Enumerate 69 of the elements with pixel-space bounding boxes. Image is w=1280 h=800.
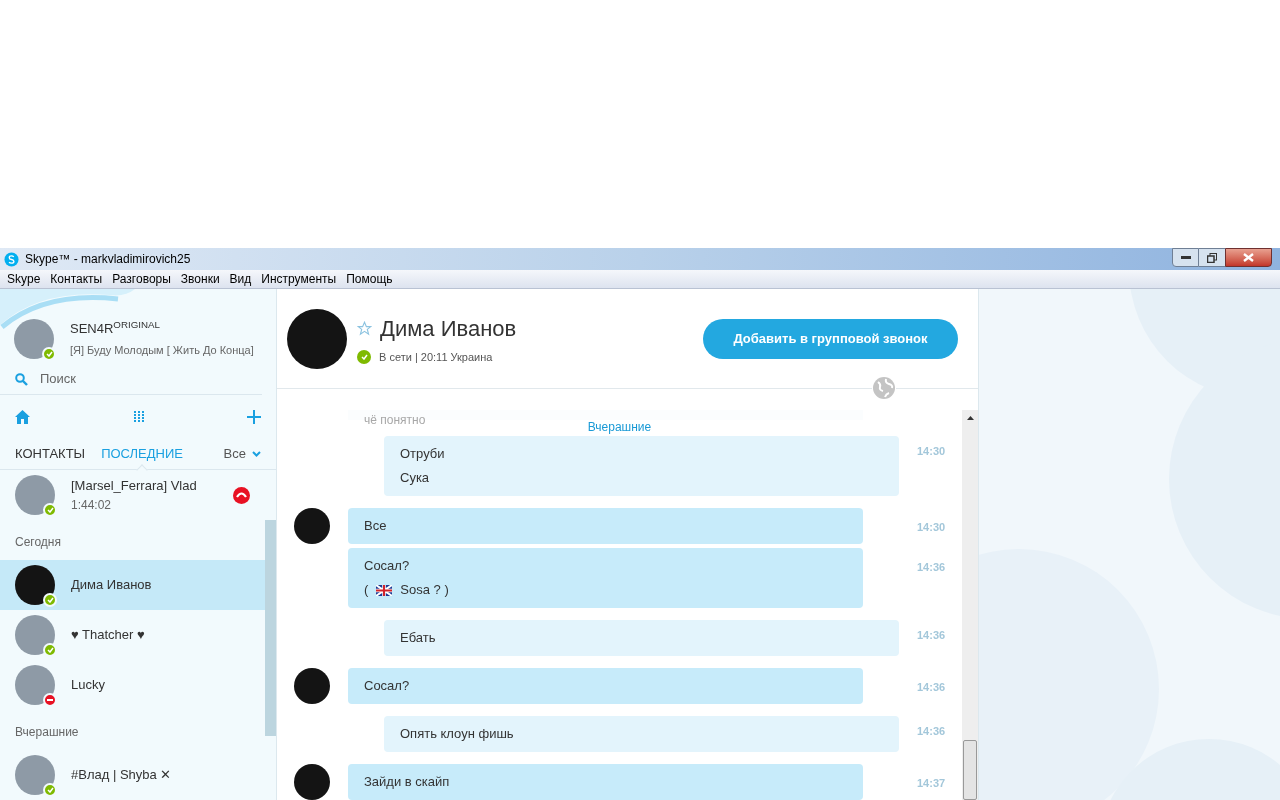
contact-item[interactable]: ♥ Thatcher ♥ <box>0 610 265 660</box>
menu-item[interactable]: Звонки <box>175 270 225 288</box>
menu-item[interactable]: Skype <box>2 270 46 288</box>
hang-up-button[interactable] <box>233 486 250 504</box>
restore-button[interactable] <box>1199 248 1225 267</box>
minimize-icon <box>1180 256 1191 259</box>
minimize-button[interactable] <box>1172 248 1199 267</box>
phone-icon <box>236 492 247 498</box>
window-title: Skype™ - markvladimirovich25 <box>25 251 191 268</box>
contact-name: Дима Иванов <box>71 576 152 595</box>
menu-item[interactable]: Контакты <box>45 270 108 288</box>
star-icon[interactable] <box>357 320 372 336</box>
message-time: 14:36 <box>917 724 946 739</box>
message-time: 14:37 <box>917 776 946 791</box>
message-text: ( <box>364 581 369 599</box>
section-header: Вчерашние <box>15 724 79 741</box>
restore-icon <box>1207 252 1217 263</box>
message-text: Сосал? <box>364 677 411 695</box>
close-icon <box>1243 253 1254 262</box>
message-text: Ебать <box>400 629 437 647</box>
message-text: Отруби <box>400 445 446 463</box>
search-icon <box>15 372 28 386</box>
contact-name: [Marsel_Ferrara] Vlad <box>71 477 198 496</box>
contact-item[interactable]: Дима Иванов <box>0 560 265 610</box>
message-time: 14:30 <box>917 520 946 535</box>
contact-item[interactable]: #Влад | Shyba ✕ <box>0 750 265 800</box>
tab[interactable]: КОНТАКТЫ <box>15 438 86 469</box>
contact-name: #Влад | Shyba ✕ <box>71 766 172 785</box>
scrollbar-thumb[interactable] <box>265 520 276 736</box>
message-text: Сука <box>400 469 431 487</box>
dialpad-icon[interactable] <box>133 411 144 423</box>
contact-title: Дима Иванов <box>380 314 517 343</box>
menu-item[interactable]: Вид <box>224 270 257 288</box>
scrollbar[interactable] <box>962 410 978 800</box>
message-time: 14:30 <box>917 444 946 459</box>
message-time: 14:36 <box>917 628 946 643</box>
photo-placeholder <box>14 318 54 359</box>
message-text: Sosa ? ) <box>400 581 449 599</box>
chevron-down-icon <box>252 450 261 457</box>
call-duration: 1:44:02 <box>71 496 113 514</box>
menu-item[interactable]: Разговоры <box>107 270 176 288</box>
call-item[interactable]: [Marsel_Ferrara] Vlad 1:44:02 <box>0 470 265 520</box>
profile-name: SEN4R$^{ORIGINAL}$ <box>70 318 161 338</box>
message-time: 14:36 <box>917 560 946 575</box>
message-time: 14:36 <box>917 680 946 695</box>
search-field[interactable]: Поиск <box>40 369 220 389</box>
message-text: Все <box>364 517 388 535</box>
add-icon[interactable] <box>247 410 261 424</box>
app-logo-icon <box>4 251 19 267</box>
scrollbar-thumb[interactable] <box>963 740 977 800</box>
close-button[interactable] <box>1225 248 1272 267</box>
contact-item[interactable]: Lucky <box>0 660 265 710</box>
menu-item[interactable]: Помощь <box>341 270 398 288</box>
filter-dropdown[interactable]: Все <box>223 444 261 464</box>
contact-name: Lucky <box>71 676 105 695</box>
message-text: Зайди в скайп <box>364 773 451 791</box>
flag-icon <box>376 584 393 596</box>
faded-message-text: чё понятно <box>364 412 426 429</box>
mood-message: [Я] Буду Молодым [ Жить До Конца] <box>70 343 254 358</box>
date-separator: Вчерашние <box>587 419 652 436</box>
message-text: Сосал? <box>364 557 411 575</box>
message-text: Опять клоун фишь <box>400 725 515 743</box>
menu-item[interactable]: Инструменты <box>256 270 342 288</box>
scroll-up-icon[interactable] <box>966 416 974 420</box>
globe-icon[interactable] <box>872 376 896 400</box>
status-text: В сети | 20:11 Украина <box>379 349 493 365</box>
contact-name: ♥ Thatcher ♥ <box>71 626 145 645</box>
section-header: Сегодня <box>15 534 61 551</box>
home-icon[interactable] <box>15 410 30 424</box>
